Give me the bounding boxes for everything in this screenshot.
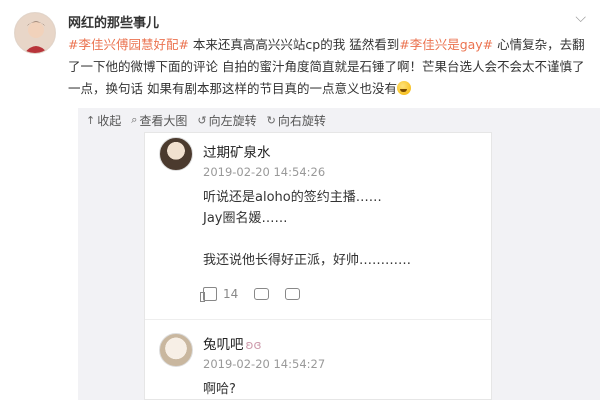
divider xyxy=(145,319,491,320)
rotate-right-button[interactable]: ↻ 向右旋转 xyxy=(267,112,326,129)
view-large-button[interactable]: ⌕ 查看大图 xyxy=(131,112,187,129)
up-arrow-icon: ↑ xyxy=(86,113,96,127)
comment-time: 2019-02-20 14:54:27 xyxy=(203,357,326,371)
hashtag-link[interactable]: #李佳兴傅园慧好配# xyxy=(68,37,189,52)
comment-author-text: 兔叽吧 xyxy=(203,337,244,353)
rotate-right-icon: ↻ xyxy=(266,113,276,127)
post-text: #李佳兴傅园慧好配# 本来还真高高兴兴站cp的我 猛然看到#李佳兴是gay# 心… xyxy=(68,34,588,100)
reply-icon xyxy=(254,288,270,300)
thumbs-up-icon xyxy=(200,287,217,302)
avatar-image xyxy=(15,13,55,53)
view-large-label: 查看大图 xyxy=(139,113,188,128)
author-name[interactable]: 网红的那些事儿 xyxy=(68,12,159,31)
avatar xyxy=(159,137,193,171)
avatar xyxy=(159,333,193,367)
comment-body: 听说还是aloho的签约主播…… Jay圈名媛…… 我还说他长得好正派，好帅……… xyxy=(203,190,412,268)
comment-actions: 14 xyxy=(200,287,301,302)
hashtag-link[interactable]: #李佳兴是gay# xyxy=(399,37,493,52)
magnifier-icon: ⌕ xyxy=(131,113,138,126)
rotate-left-label: 向左旋转 xyxy=(208,113,257,128)
like-button: 14 xyxy=(200,287,239,302)
comment-author: 兔叽吧 ʚɞ xyxy=(203,333,261,353)
rotate-right-label: 向右旋转 xyxy=(277,113,326,128)
rotate-left-button[interactable]: ↺ 向左旋转 xyxy=(197,112,256,129)
collapse-button[interactable]: ↑ 收起 xyxy=(86,112,121,129)
media-viewer: ↑ 收起 ⌕ 查看大图 ↺ 向左旋转 ↻ 向右旋转 过期矿泉水 2019-02-… xyxy=(78,108,600,400)
emoji-icon xyxy=(396,81,411,95)
chevron-down-icon[interactable]: ⌵ xyxy=(575,10,586,26)
post-text-segment: 本来还真高高兴兴站cp的我 猛然看到 xyxy=(188,37,400,52)
like-count: 14 xyxy=(223,287,239,301)
rotate-left-icon: ↺ xyxy=(197,113,207,127)
collapse-label: 收起 xyxy=(97,113,122,128)
image-toolbar: ↑ 收起 ⌕ 查看大图 ↺ 向左旋转 ↻ 向右旋转 xyxy=(78,108,326,132)
author-avatar[interactable] xyxy=(14,12,56,54)
comment-author: 过期矿泉水 xyxy=(203,145,271,161)
comment-body: 啊哈? xyxy=(203,382,236,397)
weibo-post: 网红的那些事儿 ⌵ #李佳兴傅园慧好配# 本来还真高高兴兴站cp的我 猛然看到#… xyxy=(0,0,600,110)
share-icon xyxy=(285,288,301,300)
comment-time: 2019-02-20 14:54:26 xyxy=(203,165,326,179)
bunny-icon: ʚɞ xyxy=(245,338,262,352)
comment-screenshot[interactable]: 过期矿泉水 2019-02-20 14:54:26 听说还是aloho的签约主播… xyxy=(144,132,492,400)
